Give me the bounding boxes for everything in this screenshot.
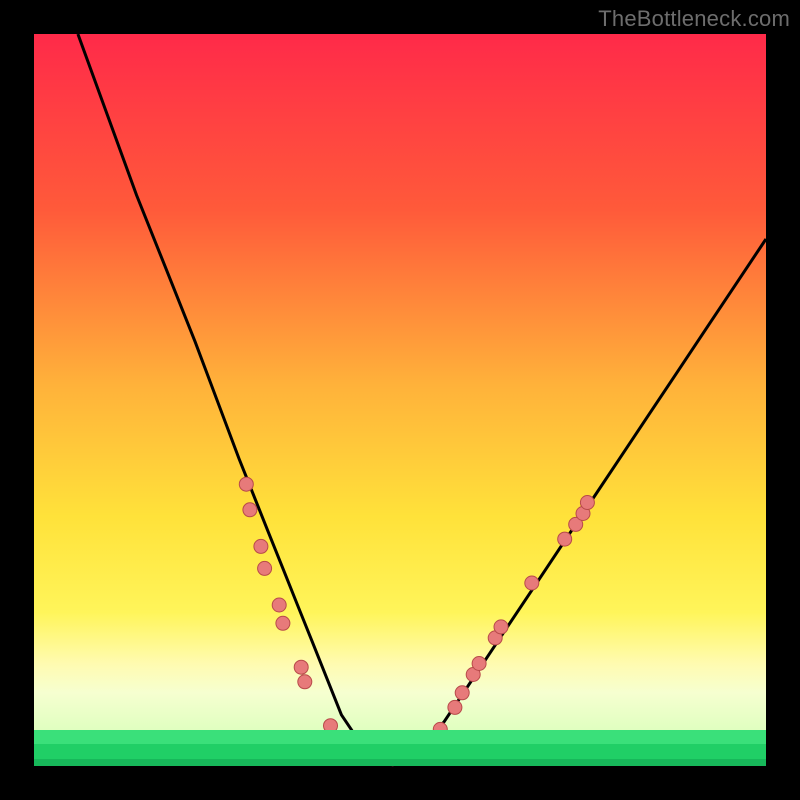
data-dots xyxy=(239,477,594,766)
data-dot xyxy=(472,657,486,671)
data-dot xyxy=(272,598,286,612)
data-dot xyxy=(258,561,272,575)
data-dot xyxy=(455,686,469,700)
data-dot xyxy=(276,616,290,630)
data-dot xyxy=(494,620,508,634)
plot-area xyxy=(34,34,766,766)
bottleneck-curve xyxy=(78,34,766,759)
data-dot xyxy=(243,503,257,517)
data-dot xyxy=(580,496,594,510)
watermark-text: TheBottleneck.com xyxy=(598,6,790,32)
data-dot xyxy=(298,675,312,689)
data-dot xyxy=(239,477,253,491)
data-dot xyxy=(558,532,572,546)
green-band xyxy=(34,744,766,759)
green-band xyxy=(34,759,766,766)
curve-layer xyxy=(34,34,766,766)
data-dot xyxy=(254,539,268,553)
data-dot xyxy=(294,660,308,674)
data-dot xyxy=(525,576,539,590)
chart-stage: TheBottleneck.com xyxy=(0,0,800,800)
data-dot xyxy=(448,700,462,714)
green-band xyxy=(34,730,766,744)
